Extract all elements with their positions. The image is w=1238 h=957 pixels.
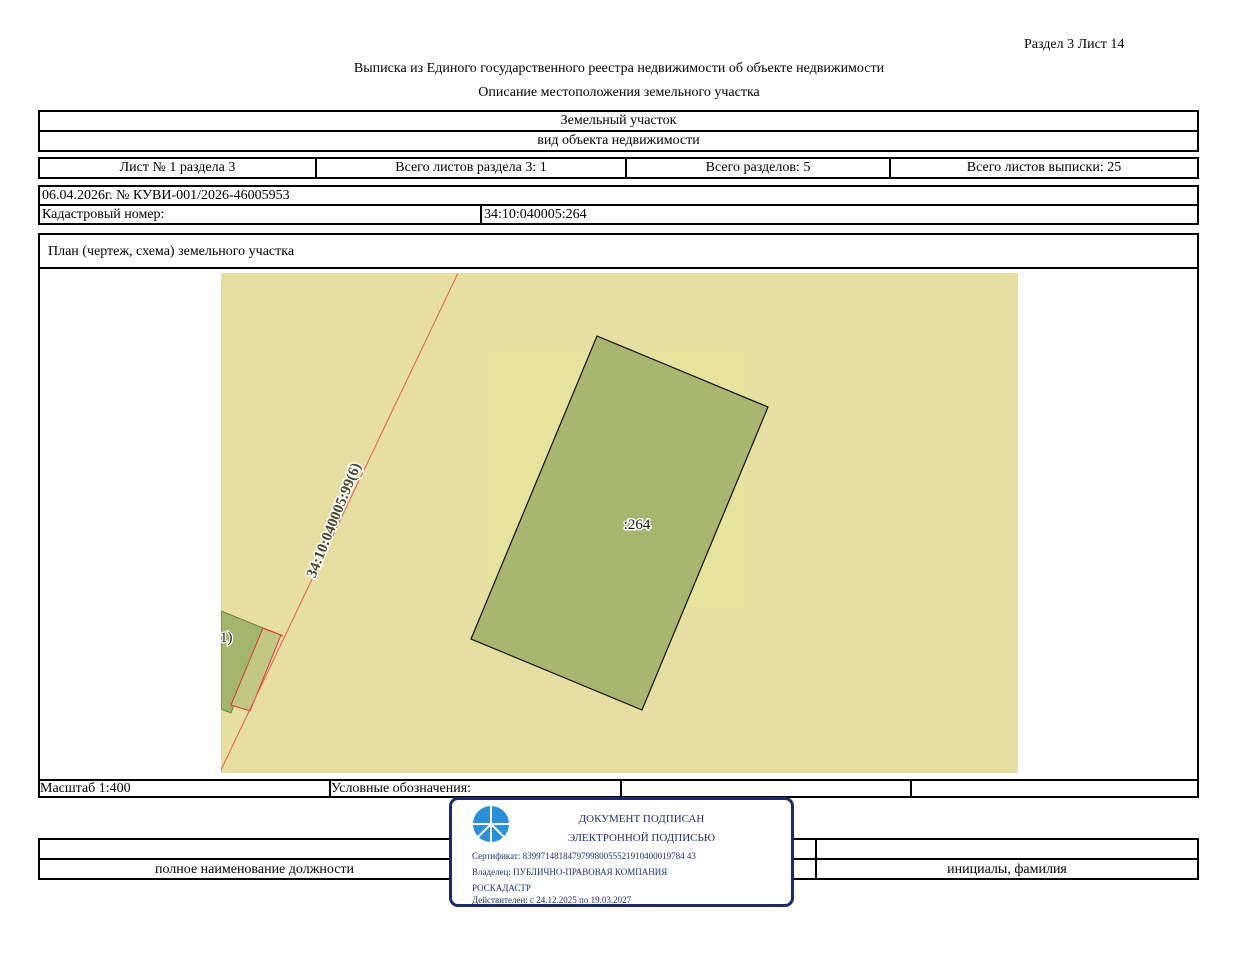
name-caption: инициалы, фамилия — [947, 862, 1067, 877]
object-type-caption: вид объекта недвижимости — [537, 133, 700, 148]
section-sheet-label: Раздел 3 Лист 14 — [1024, 37, 1125, 52]
stamp-owner-line1: Владелец: ПУБЛИЧНО-ПРАВОВАЯ КОМПАНИЯ — [472, 867, 668, 877]
stamp-certificate: Сертификат: 8399714818479799800555219104… — [472, 851, 696, 861]
plan-map: :264 34:10:040005:99(6) 1) — [221, 273, 1018, 773]
extract-date-number: 06.04.2026г. № КУВИ-001/2026-46005953 — [42, 188, 290, 203]
stamp-line1: ДОКУМЕНТ ПОДПИСАН — [578, 813, 705, 825]
legend-cell-empty-2 — [910, 781, 1197, 796]
cadastral-number-label: Кадастровый номер: — [42, 207, 165, 222]
total-sections: Всего разделов: 5 — [625, 159, 889, 177]
stamp-line2: ЭЛЕКТРОННОЙ ПОДПИСЬЮ — [567, 832, 716, 844]
sheets-row: Лист № 1 раздела 3 Всего листов раздела … — [38, 157, 1199, 179]
legend-label: Условные обозначения: — [329, 781, 620, 796]
plan-title: План (чертеж, схема) земельного участка — [48, 244, 295, 259]
stamp-valid: Действителен: с 24.12.2025 по 19.03.2027 — [472, 895, 632, 905]
document-subtitle: Описание местоположения земельного участ… — [478, 85, 760, 100]
scale-label: Масштаб 1:400 — [40, 781, 131, 796]
object-type: Земельный участок — [560, 113, 677, 128]
total-sheets-section: Всего листов раздела 3: 1 — [315, 159, 625, 177]
object-type-box: Земельный участок вид объекта недвижимос… — [38, 110, 1199, 152]
e-signature-stamp: ДОКУМЕНТ ПОДПИСАН ЭЛЕКТРОННОЙ ПОДПИСЬЮ С… — [449, 797, 794, 907]
cadastral-number-value: 34:10:040005:264 — [480, 206, 1197, 223]
sheet-number: Лист № 1 раздела 3 — [119, 160, 236, 175]
legend-cell-empty-1 — [620, 781, 910, 796]
record-box: 06.04.2026г. № КУВИ-001/2026-46005953 Ка… — [38, 185, 1199, 225]
total-sheets-extract: Всего листов выписки: 25 — [889, 159, 1197, 177]
parcel-label: :264 — [624, 517, 651, 533]
document-title: Выписка из Единого государственного реес… — [353, 61, 885, 76]
partial-label: 1) — [221, 630, 233, 646]
stamp-owner-line2: РОСКАДАСТР — [472, 883, 531, 893]
name-cell: инициалы, фамилия — [815, 840, 1197, 878]
